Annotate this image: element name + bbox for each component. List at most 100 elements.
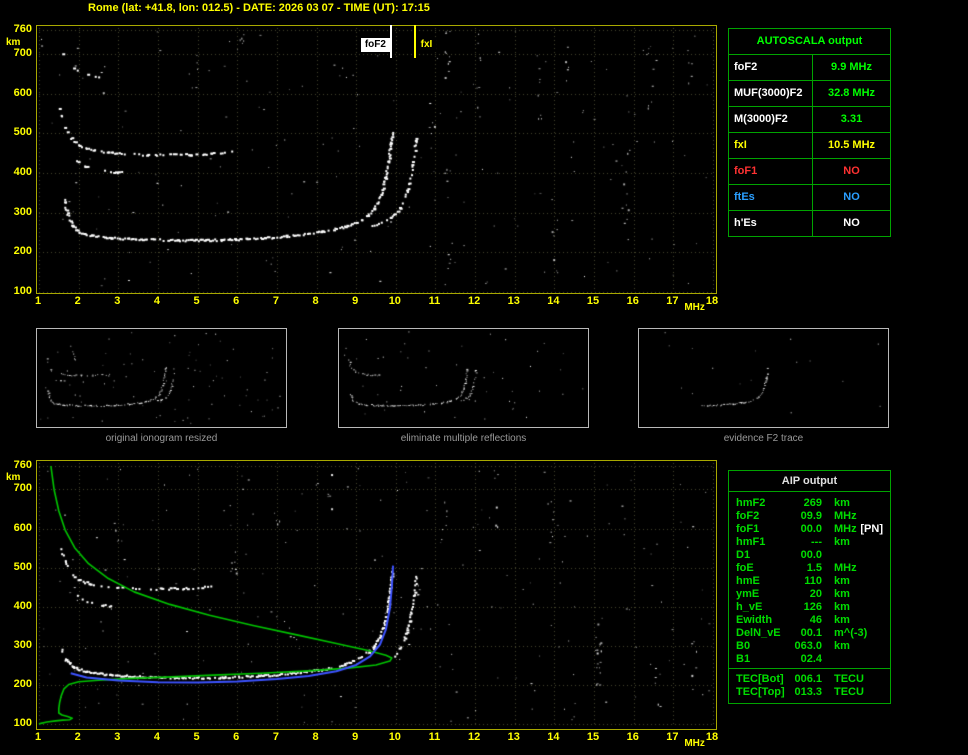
aip-parameter-name: Ewidth: [736, 613, 773, 626]
aip-row-b0: B0 063.0 km: [729, 639, 890, 652]
y-axis-tick-label: 300: [13, 205, 32, 218]
autoscala-app-window: Rome (lat: +41.8, lon: 012.5) - DATE: 20…: [0, 0, 968, 755]
autoscala-row-fof2: foF2 9.9 MHz: [729, 55, 890, 81]
aip-parameter-note: [PN]: [860, 522, 883, 535]
x-axis-tick-label: 2: [74, 731, 81, 743]
y-axis-tick-label: 200: [13, 677, 32, 690]
x-axis-tick-label: 11: [428, 731, 441, 743]
aip-parameter-unit: m^(-3): [834, 626, 868, 639]
x-axis-unit-label: MHz: [684, 302, 705, 313]
aip-parameter-value: 02.4: [800, 652, 822, 665]
x-axis-tick-label: 15: [586, 295, 600, 307]
aip-parameter-unit: km: [834, 535, 850, 548]
thumbnail-f2-evidence: [638, 328, 889, 428]
aip-parameter-name: B0: [736, 639, 751, 652]
autoscala-row-ftes: ftEs NO: [729, 185, 890, 211]
aip-parameter-unit: MHz: [834, 561, 857, 574]
parameter-value: 9.9 MHz: [831, 61, 872, 73]
x-axis-tick-label: 10: [388, 295, 401, 307]
parameter-label: ftEs: [729, 185, 813, 210]
ionogram-plot-top: [36, 25, 717, 294]
y-axis-unit-label: km: [6, 37, 21, 48]
aip-table-rows: hmF2 269 km foF2 09.9 MHz foF1 00.0 MHz [PN] hmF1-…: [729, 496, 890, 698]
y-axis-tick-label: 700: [13, 482, 32, 495]
ionogram-plot-bottom: [36, 460, 717, 730]
aip-parameter-unit: km: [834, 600, 850, 613]
x-axis-tick-label: 7: [272, 295, 279, 307]
thumbnail-caption-original: original ionogram resized: [105, 433, 218, 444]
aip-parameter-name: hmF2: [736, 496, 766, 509]
y-axis-tick-label: 200: [13, 245, 32, 258]
aip-table-title: AIP output: [729, 471, 890, 492]
aip-row-fof2: foF2 09.9 MHz: [729, 509, 890, 522]
y-axis-tick-label: 600: [13, 521, 32, 534]
autoscala-row-hes: h'Es NO: [729, 211, 890, 236]
thumbnail-original-ionogram: [36, 328, 287, 428]
aip-row-hme: hmE 110 km: [729, 574, 890, 587]
parameter-value: NO: [843, 191, 860, 203]
parameter-label: fxI: [729, 133, 813, 158]
fxI-marker-line: [413, 25, 416, 58]
autoscala-table-title: AUTOSCALA output: [729, 29, 890, 55]
aip-parameter-unit: MHz: [834, 509, 857, 522]
aip-parameter-value: 46: [809, 613, 822, 626]
y-axis-unit-label: km: [6, 472, 21, 483]
x-axis-tick-label: 13: [507, 295, 520, 307]
aip-parameter-value: ---: [811, 535, 822, 548]
station-date-title: Rome (lat: +41.8, lon: 012.5) - DATE: 20…: [88, 2, 430, 14]
foF2-marker-label: foF2: [360, 38, 390, 52]
x-axis-tick-label: 7: [272, 731, 279, 743]
x-axis-tick-label: 17: [666, 731, 679, 743]
x-axis-tick-label: 14: [547, 731, 560, 743]
aip-parameter-unit: TECU: [834, 685, 864, 698]
aip-parameter-value: 00.1: [800, 626, 822, 639]
aip-parameter-unit: TECU: [834, 672, 864, 685]
y-axis-tick-label: 500: [13, 560, 32, 573]
aip-row-foe: foE 1.5 MHz: [729, 561, 890, 574]
aip-parameter-value: 1.5: [806, 561, 822, 574]
parameter-value: 10.5 MHz: [827, 139, 876, 151]
aip-row-ewidth: Ewidth 46 km: [729, 613, 890, 626]
parameter-value: NO: [843, 217, 860, 229]
aip-parameter-name: TEC[Bot]: [736, 672, 784, 685]
parameter-value: NO: [843, 165, 860, 177]
autoscala-row-fxi: fxI 10.5 MHz: [729, 133, 890, 159]
thumbnail-original-canvas: [37, 329, 286, 427]
x-axis-tick-label: 6: [233, 731, 240, 743]
parameter-label: foF1: [729, 159, 813, 184]
y-axis-tick-label: 300: [13, 638, 32, 651]
parameter-value: 32.8 MHz: [827, 87, 876, 99]
aip-row-hmf2: hmF2 269 km: [729, 496, 890, 509]
parameter-label: M(3000)F2: [729, 107, 813, 132]
aip-section-divider: [729, 668, 890, 669]
x-axis-tick-label: 15: [586, 731, 600, 743]
x-axis-tick-label: 3: [114, 295, 121, 307]
aip-parameter-value: 006.1: [794, 672, 822, 685]
x-axis-tick-label: 13: [507, 731, 520, 743]
x-axis-tick-label: 1: [34, 295, 42, 307]
y-axis-tick-label: 760: [13, 23, 32, 35]
x-axis-tick-label: 9: [352, 731, 359, 743]
aip-parameter-value: 013.3: [794, 685, 822, 698]
x-axis-tick-label: 11: [428, 295, 441, 307]
y-axis-tick-label: 400: [13, 599, 32, 612]
aip-parameter-name: hmF1: [736, 535, 766, 548]
thumbnail-caption-f2-evidence: evidence F2 trace: [723, 433, 804, 444]
aip-parameter-unit: km: [834, 613, 850, 626]
x-axis-tick-label: 12: [467, 295, 481, 307]
autoscala-output-table: AUTOSCALA output foF2 9.9 MHz MUF(3000)F2 3…: [728, 28, 891, 237]
y-axis-tick-label: 500: [13, 126, 32, 139]
aip-parameter-value: 269: [803, 496, 822, 509]
y-axis-tick-label: 760: [13, 459, 32, 471]
aip-parameter-unit: km: [834, 587, 850, 600]
parameter-label: foF2: [729, 55, 813, 80]
autoscala-row-fof1: foF1 NO: [729, 159, 890, 185]
x-axis-tick-label: 8: [312, 295, 319, 307]
aip-row-tecbot: TEC[Bot] 006.1 TECU: [729, 672, 890, 685]
x-axis-tick-label: 8: [312, 731, 319, 743]
aip-row-hve: h_vE 126 km: [729, 600, 890, 613]
aip-parameter-name: foF2: [736, 509, 760, 522]
x-axis-tick-label: 3: [114, 731, 121, 743]
aip-parameter-name: h_vE: [736, 600, 763, 613]
aip-parameter-name: foF1: [736, 522, 760, 535]
